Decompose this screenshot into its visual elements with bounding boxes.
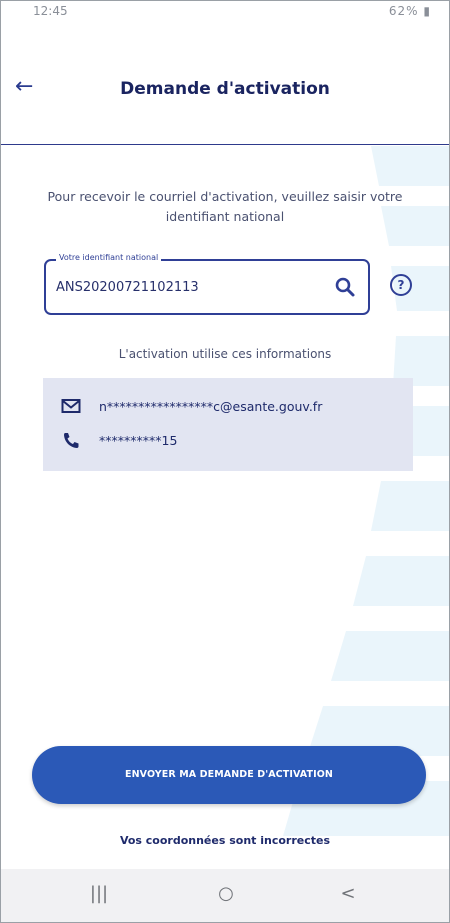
phone-row: **********15 (61, 429, 177, 451)
intro-text: Pour recevoir le courriel d'activation, … (47, 189, 403, 224)
status-time: 12:45 (33, 4, 68, 18)
help-icon[interactable]: ? (390, 274, 412, 296)
screen: 12:45 62% ▮ ← Demande d'activation Pour … (0, 0, 450, 923)
identifier-field[interactable]: Votre identifiant national (44, 253, 370, 315)
background-stripes (283, 146, 449, 836)
uses-info-text: L'activation utilise ces informations (118, 347, 332, 361)
email-value: n*****************c@esante.gouv.fr (99, 398, 323, 414)
status-battery: 62% ▮ (389, 4, 431, 18)
system-nav-bar: ||| ○ < (1, 869, 449, 922)
identifier-field-label: Votre identifiant national (56, 253, 162, 262)
search-icon[interactable] (334, 275, 356, 299)
battery-icon: ▮ (423, 4, 431, 18)
email-row: n*****************c@esante.gouv.fr (61, 395, 322, 417)
contact-info-box: n*****************c@esante.gouv.fr *****… (43, 378, 413, 471)
page-title: Demande d'activation (120, 79, 330, 99)
phone-icon (64, 433, 79, 448)
recent-apps-icon[interactable]: ||| (79, 883, 119, 911)
status-bar: 12:45 62% ▮ (1, 1, 449, 25)
send-activation-request-button[interactable]: ENVOYER MA DEMANDE D'ACTIVATION (32, 746, 426, 804)
home-icon[interactable]: ○ (206, 883, 246, 911)
status-battery-label: 62% (388, 4, 419, 18)
back-nav-icon[interactable]: < (328, 883, 368, 911)
envelope-icon (61, 399, 81, 413)
identifier-input[interactable] (56, 275, 316, 299)
phone-value: **********15 (99, 432, 178, 448)
incorrect-details-link[interactable]: Vos coordonnées sont incorrectes (1, 834, 449, 847)
app-header: ← Demande d'activation (1, 25, 449, 145)
